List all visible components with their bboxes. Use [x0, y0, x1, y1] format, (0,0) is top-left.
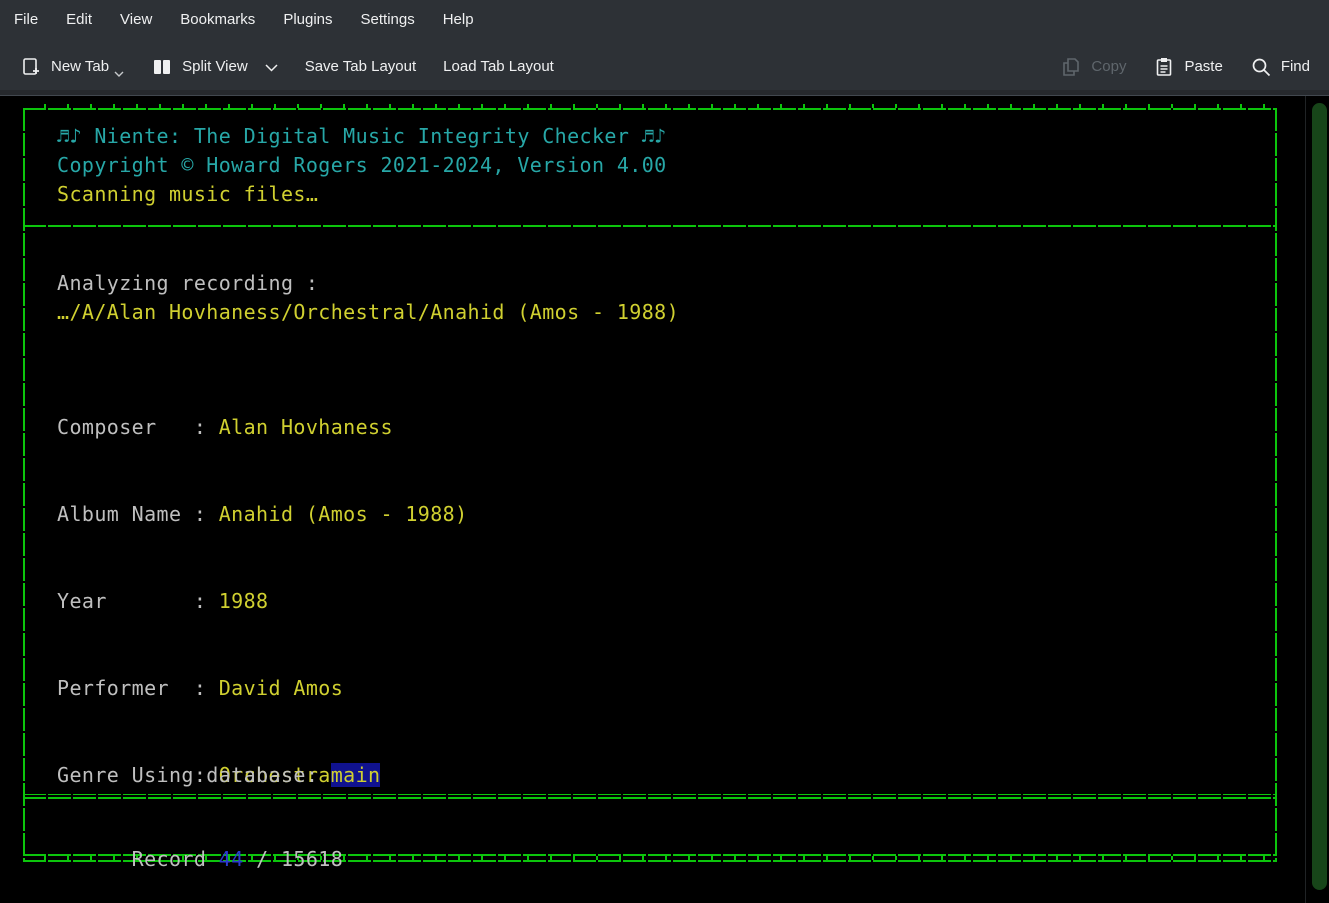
- database-value: main: [331, 763, 381, 787]
- menu-view[interactable]: View: [120, 11, 152, 28]
- database-line: Using database: main: [57, 732, 380, 819]
- new-tab-chevron-down-icon[interactable]: [114, 71, 124, 78]
- menu-plugins[interactable]: Plugins: [283, 11, 332, 28]
- menu-edit[interactable]: Edit: [66, 11, 92, 28]
- field-performer-label: Performer :: [57, 676, 219, 700]
- tui-left-border: [23, 108, 25, 862]
- menu-help[interactable]: Help: [443, 11, 474, 28]
- new-tab-label: New Tab: [51, 58, 109, 75]
- tui-right-border: [1275, 108, 1277, 862]
- database-label: Using database:: [132, 763, 331, 787]
- scrollbar-handle[interactable]: [1312, 103, 1327, 890]
- toolbar-right-group: Copy Paste: [1060, 56, 1310, 78]
- record-label: Record: [132, 847, 219, 871]
- split-view-icon: [151, 56, 173, 78]
- field-year-label: Year :: [57, 589, 219, 613]
- field-album-name: Album Name : Anahid (Amos - 1988): [57, 500, 468, 529]
- new-tab-icon: [20, 56, 42, 78]
- save-tab-layout-label: Save Tab Layout: [305, 58, 416, 75]
- paste-button[interactable]: Paste: [1153, 56, 1222, 78]
- copyright-line: Copyright © Howard Rogers 2021-2024, Ver…: [57, 151, 667, 180]
- field-album-name-value: Anahid (Amos - 1988): [219, 502, 468, 526]
- split-view-button[interactable]: Split View: [151, 56, 278, 78]
- split-view-label: Split View: [182, 58, 248, 75]
- find-label: Find: [1281, 58, 1310, 75]
- toolbar-left-group: New Tab Split View: [20, 55, 554, 78]
- field-performer-value: David Amos: [219, 676, 343, 700]
- field-composer-label: Composer :: [57, 415, 219, 439]
- tui-header-divider: [23, 225, 1277, 227]
- tui-header-top-border: [23, 108, 1277, 110]
- search-icon: [1250, 56, 1272, 78]
- record-counter: Record 44 / 15618: [57, 816, 343, 903]
- field-album-name-label: Album Name :: [57, 502, 219, 526]
- menu-settings[interactable]: Settings: [361, 11, 415, 28]
- find-button[interactable]: Find: [1250, 56, 1310, 78]
- copy-button[interactable]: Copy: [1060, 56, 1126, 78]
- app-window: File Edit View Bookmarks Plugins Setting…: [0, 0, 1329, 903]
- record-separator: /: [244, 847, 281, 871]
- record-current: 44: [219, 847, 244, 871]
- terminal-screen[interactable]: ♬♪ Niente: The Digital Music Integrity C…: [0, 96, 1329, 903]
- field-year-value: 1988: [219, 589, 269, 613]
- copy-label: Copy: [1091, 58, 1126, 75]
- paste-label: Paste: [1184, 58, 1222, 75]
- field-performer: Performer : David Amos: [57, 674, 468, 703]
- copy-icon: [1060, 56, 1082, 78]
- field-composer: Composer : Alan Hovhaness: [57, 413, 468, 442]
- recording-path: …/A/Alan Hovhaness/Orchestral/Anahid (Am…: [57, 298, 679, 327]
- load-tab-layout-button[interactable]: Load Tab Layout: [443, 58, 554, 75]
- load-tab-layout-label: Load Tab Layout: [443, 58, 554, 75]
- analyzing-label: Analyzing recording :: [57, 269, 318, 298]
- field-composer-value: Alan Hovhaness: [219, 415, 393, 439]
- menu-file[interactable]: File: [14, 11, 38, 28]
- paste-icon: [1153, 56, 1175, 78]
- menu-bookmarks[interactable]: Bookmarks: [180, 11, 255, 28]
- menu-bar: File Edit View Bookmarks Plugins Setting…: [0, 0, 1329, 38]
- split-view-chevron-down-icon[interactable]: [265, 64, 278, 72]
- field-year: Year : 1988: [57, 587, 468, 616]
- scanning-status: Scanning music files…: [57, 180, 318, 209]
- save-tab-layout-button[interactable]: Save Tab Layout: [305, 58, 416, 75]
- toolbar: New Tab Split View: [0, 38, 1329, 96]
- app-title: ♬♪ Niente: The Digital Music Integrity C…: [57, 122, 667, 151]
- scrollbar-track-divider: [1305, 96, 1306, 903]
- record-total: 15618: [281, 847, 343, 871]
- new-tab-button[interactable]: New Tab: [20, 55, 124, 78]
